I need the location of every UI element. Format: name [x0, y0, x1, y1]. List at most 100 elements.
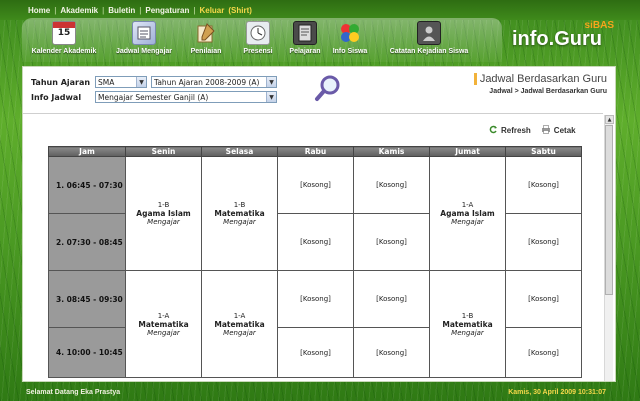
vertical-scrollbar[interactable]: ▲: [604, 115, 614, 381]
lesson-subject: Matematika: [214, 209, 265, 218]
empty-slot[interactable]: [Kosong]: [505, 156, 582, 214]
time-slot: 1. 06:45 - 07:30: [48, 156, 126, 214]
menu-akademik[interactable]: Akademik: [60, 6, 98, 15]
semester-value: Mengajar Semester Ganjil (A): [98, 92, 209, 102]
page-header: Jadwal Berdasarkan Guru Jadwal > Jadwal …: [473, 73, 607, 95]
brand-name: info.Guru: [512, 28, 602, 50]
lesson-cell[interactable]: 1-B Agama Islam Mengajar: [125, 156, 202, 271]
attendance-icon: [246, 21, 270, 45]
lesson-class: 1-B: [157, 201, 170, 209]
menu-pengaturan[interactable]: Pengaturan: [145, 6, 189, 15]
toolbar-label: Kalender Akademik: [31, 48, 97, 55]
search-icon[interactable]: [313, 73, 343, 103]
chevron-down-icon: ▼: [266, 92, 276, 102]
empty-slot[interactable]: [Kosong]: [505, 327, 582, 378]
schedule-icon: [132, 21, 156, 45]
lesson-status: Mengajar: [147, 328, 180, 337]
menu-separator: |: [193, 5, 196, 15]
column-header: Jumat: [429, 146, 506, 157]
school-level-value: SMA: [98, 77, 115, 87]
column-header: Selasa: [201, 146, 278, 157]
filter-form: Tahun Ajaran SMA ▼ Tahun Ajaran 2008-200…: [31, 75, 281, 105]
grading-icon: [194, 21, 218, 45]
status-footer: Selamat Datang Eka Prastya Kamis, 30 Apr…: [0, 383, 640, 401]
lesson-status: Mengajar: [223, 328, 256, 337]
lesson-status: Mengajar: [147, 218, 180, 226]
header-divider: [23, 113, 603, 114]
menu-home[interactable]: Home: [28, 6, 50, 15]
page-title: Jadwal Berdasarkan Guru: [473, 73, 607, 85]
info-jadwal-label: Info Jadwal: [31, 92, 82, 102]
empty-slot[interactable]: [Kosong]: [505, 213, 582, 271]
scrollbar-thumb[interactable]: [605, 125, 613, 295]
scroll-up-icon[interactable]: ▲: [605, 115, 614, 124]
semester-select[interactable]: Mengajar Semester Ganjil (A) ▼: [95, 91, 277, 103]
empty-slot[interactable]: [Kosong]: [505, 270, 582, 328]
lesson-class: 1-B: [461, 311, 474, 320]
lesson-cell[interactable]: 1-B Matematika Mengajar: [201, 156, 278, 271]
action-bar: Refresh Cetak: [489, 125, 586, 136]
toolbar-label: Catatan Kejadian Siswa: [389, 48, 469, 55]
empty-slot[interactable]: [Kosong]: [353, 327, 430, 378]
table-row: 1. 06:45 - 07:30 1-B Agama Islam Mengaja…: [48, 156, 582, 271]
lesson-cell[interactable]: 1-A Agama Islam Mengajar: [429, 156, 506, 271]
welcome-text: Selamat Datang Eka Prastya: [26, 388, 121, 396]
lesson-class: 1-A: [233, 311, 246, 320]
empty-slot[interactable]: [Kosong]: [277, 327, 354, 378]
main-toolbar: 15 Kalender Akademik Jadwal Mengajar Pen…: [22, 18, 502, 62]
lesson-status: Mengajar: [223, 218, 256, 226]
lesson-class: 1-A: [157, 311, 170, 320]
toolbar-item-info-siswa[interactable]: Info Siswa: [328, 18, 372, 62]
schedule-table: Jam Senin Selasa Rabu Kamis Jumat Sabtu …: [48, 146, 582, 378]
menu-buletin[interactable]: Buletin: [108, 6, 135, 15]
lesson-cell[interactable]: 1-A Matematika Mengajar: [201, 270, 278, 378]
time-slot: 4. 10:00 - 10:45: [48, 327, 126, 378]
toolbar-label: Pelajaran: [289, 48, 321, 55]
tahun-ajaran-label: Tahun Ajaran: [31, 77, 91, 87]
empty-slot[interactable]: [Kosong]: [353, 213, 430, 271]
column-header: Kamis: [353, 146, 430, 157]
lesson-cell[interactable]: 1-A Matematika Mengajar: [125, 270, 202, 378]
lesson-class: 1-B: [233, 201, 246, 209]
toolbar-item-pelajaran[interactable]: Pelajaran: [282, 18, 328, 62]
menu-separator: |: [139, 5, 142, 15]
menu-user-extra: (Shirt): [228, 5, 252, 15]
menu-keluar[interactable]: Keluar: [199, 6, 224, 15]
toolbar-item-catatan[interactable]: Catatan Kejadian Siswa: [384, 18, 474, 62]
lesson-subject: Matematika: [442, 319, 493, 329]
empty-slot[interactable]: [Kosong]: [277, 270, 354, 328]
toolbar-item-jadwal[interactable]: Jadwal Mengajar: [114, 18, 174, 62]
filter-row-tahun: Tahun Ajaran SMA ▼ Tahun Ajaran 2008-200…: [31, 75, 281, 89]
toolbar-label: Presensi: [243, 48, 273, 55]
column-header: Sabtu: [505, 146, 582, 157]
toolbar-item-kalender[interactable]: 15 Kalender Akademik: [31, 18, 97, 62]
printer-icon: [541, 125, 551, 136]
empty-slot[interactable]: [Kosong]: [277, 156, 354, 214]
breadcrumb[interactable]: Jadwal > Jadwal Berdasarkan Guru: [474, 88, 607, 95]
toolbar-label: Penilaian: [190, 48, 222, 55]
academic-year-select[interactable]: Tahun Ajaran 2008-2009 (A) ▼: [151, 76, 277, 88]
print-label: Cetak: [553, 126, 576, 135]
refresh-label: Refresh: [501, 126, 531, 135]
empty-slot[interactable]: [Kosong]: [353, 156, 430, 214]
empty-slot[interactable]: [Kosong]: [353, 270, 430, 328]
toolbar-item-presensi[interactable]: Presensi: [236, 18, 280, 62]
refresh-button[interactable]: Refresh: [489, 125, 531, 136]
table-header-row: Jam Senin Selasa Rabu Kamis Jumat Sabtu: [48, 146, 582, 157]
column-header: Senin: [125, 146, 202, 157]
empty-slot[interactable]: [Kosong]: [277, 213, 354, 271]
table-row: 3. 08:45 - 09:30 1-A Matematika Mengajar…: [48, 270, 582, 378]
students-icon: [338, 21, 362, 45]
chevron-down-icon: ▼: [266, 77, 276, 87]
brand-logo: siBAS info.Guru: [506, 18, 626, 58]
column-header: Rabu: [277, 146, 354, 157]
print-button[interactable]: Cetak: [541, 125, 576, 136]
toolbar-item-penilaian[interactable]: Penilaian: [186, 18, 226, 62]
column-header: Jam: [48, 146, 126, 157]
lesson-subject: Agama Islam: [136, 209, 191, 218]
top-menu-bar: Home | Akademik | Buletin | Pengaturan | Kel…: [0, 0, 640, 20]
academic-year-value: Tahun Ajaran 2008-2009 (A): [154, 77, 260, 87]
school-level-select[interactable]: SMA ▼: [95, 76, 147, 88]
lesson-cell[interactable]: 1-B Matematika Mengajar: [429, 270, 506, 378]
content-panel: Tahun Ajaran SMA ▼ Tahun Ajaran 2008-200…: [22, 66, 616, 382]
